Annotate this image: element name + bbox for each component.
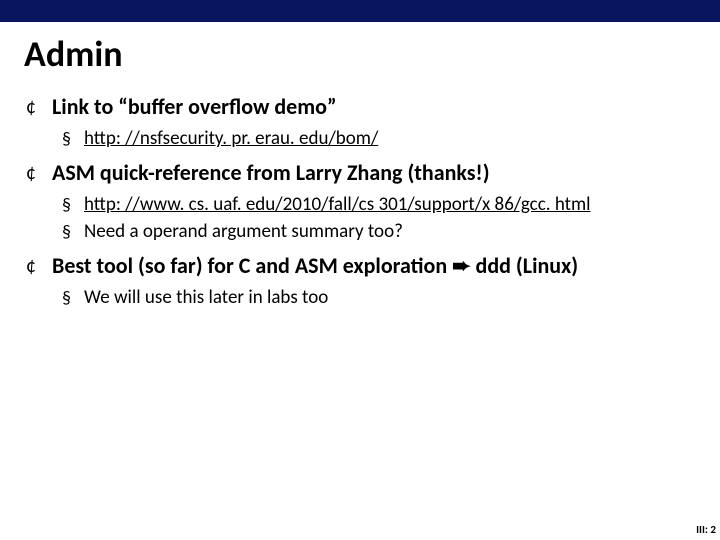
slide: Admin Link to “buffer overflow demo” htt… xyxy=(0,0,720,540)
slide-number: III: 2 xyxy=(696,523,716,536)
sub-bullet-item: Need a operand argument summary too? xyxy=(52,219,702,246)
bullet-item: Link to “buffer overflow demo” http: //n… xyxy=(18,92,702,152)
bullet-item: Best tool (so far) for C and ASM explora… xyxy=(18,251,702,311)
bullet-text-pre: Best tool (so far) for C and ASM explora… xyxy=(52,252,452,279)
slide-title: Admin xyxy=(0,22,720,88)
bullet-text: Link to “buffer overflow demo” xyxy=(52,93,337,120)
sub-bullet-text: We will use this later in labs too xyxy=(84,286,328,309)
content-area: Link to “buffer overflow demo” http: //n… xyxy=(0,88,720,311)
sub-bullet-item: We will use this later in labs too xyxy=(52,285,702,312)
bullet-text-post: ddd (Linux) xyxy=(471,252,579,279)
sub-bullet-item: http: //nsfsecurity. pr. erau. edu/bom/ xyxy=(52,126,702,153)
arrow-right-icon: ➨ xyxy=(452,252,470,279)
link-text[interactable]: http: //www. cs. uaf. edu/2010/fall/cs 3… xyxy=(84,193,591,216)
sub-bullet-item: http: //www. cs. uaf. edu/2010/fall/cs 3… xyxy=(52,192,702,219)
sub-bullet-text: Need a operand argument summary too? xyxy=(84,220,403,243)
bullet-text: ASM quick-reference from Larry Zhang (th… xyxy=(52,159,490,186)
bullet-item: ASM quick-reference from Larry Zhang (th… xyxy=(18,158,702,245)
top-bar xyxy=(0,0,720,22)
link-text[interactable]: http: //nsfsecurity. pr. erau. edu/bom/ xyxy=(84,127,378,150)
